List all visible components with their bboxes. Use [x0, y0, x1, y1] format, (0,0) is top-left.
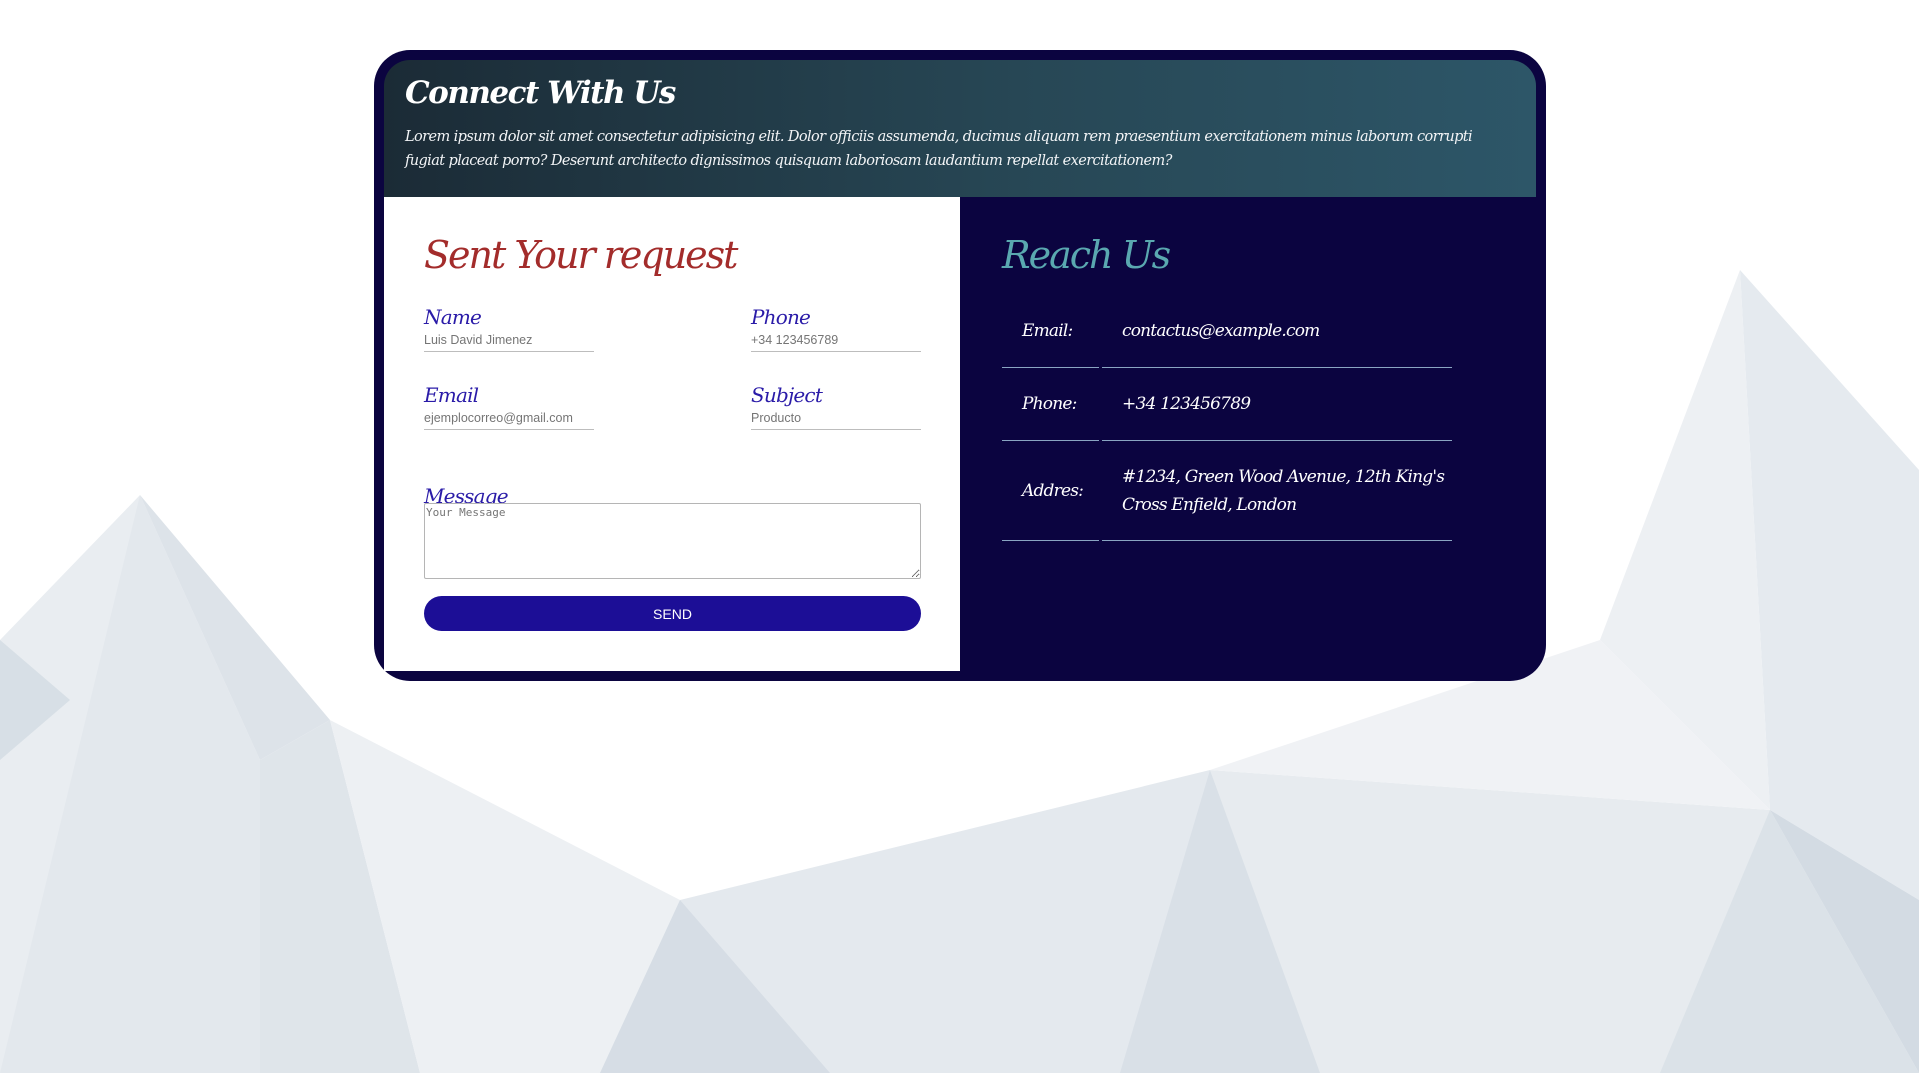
- card-header: Connect With Us Lorem ipsum dolor sit am…: [384, 60, 1536, 197]
- contact-info-row: Addres: #1234, Green Wood Avenue, 12th K…: [1002, 441, 1452, 541]
- reach-us-panel: Reach Us Email: contactus@example.com Ph…: [960, 197, 1536, 671]
- phone-label: Phone: [751, 305, 811, 329]
- email-field-group: Email: [424, 382, 594, 430]
- email-input[interactable]: [424, 408, 594, 430]
- email-info-label: Email:: [1002, 295, 1099, 368]
- header-description: Lorem ipsum dolor sit amet consectetur a…: [405, 128, 1473, 169]
- email-label: Email: [424, 383, 479, 407]
- request-form-panel: Sent Your request Name Phone Email Subje…: [384, 197, 960, 671]
- subject-label: Subject: [751, 383, 823, 407]
- phone-field-group: Phone: [751, 304, 921, 352]
- contact-info-table: Email: contactus@example.com Phone: +34 …: [999, 295, 1455, 541]
- send-button[interactable]: SEND: [424, 596, 921, 631]
- form-title: Sent Your request: [424, 233, 738, 277]
- contact-info-row: Email: contactus@example.com: [1002, 295, 1452, 368]
- subject-input[interactable]: [751, 408, 921, 430]
- reach-title: Reach Us: [1002, 233, 1171, 277]
- address-info-value: #1234, Green Wood Avenue, 12th King's Cr…: [1102, 441, 1452, 541]
- message-textarea[interactable]: [424, 503, 921, 579]
- name-input[interactable]: [424, 330, 594, 352]
- address-info-label: Addres:: [1002, 441, 1099, 541]
- phone-info-label: Phone:: [1002, 368, 1099, 441]
- contact-info-row: Phone: +34 123456789: [1002, 368, 1452, 441]
- email-info-value: contactus@example.com: [1102, 295, 1452, 368]
- name-label: Name: [424, 305, 482, 329]
- subject-field-group: Subject: [751, 382, 921, 430]
- phone-info-value: +34 123456789: [1102, 368, 1452, 441]
- contact-card: Connect With Us Lorem ipsum dolor sit am…: [374, 50, 1546, 681]
- name-field-group: Name: [424, 304, 594, 352]
- phone-input[interactable]: [751, 330, 921, 352]
- header-title: Connect With Us: [405, 75, 676, 111]
